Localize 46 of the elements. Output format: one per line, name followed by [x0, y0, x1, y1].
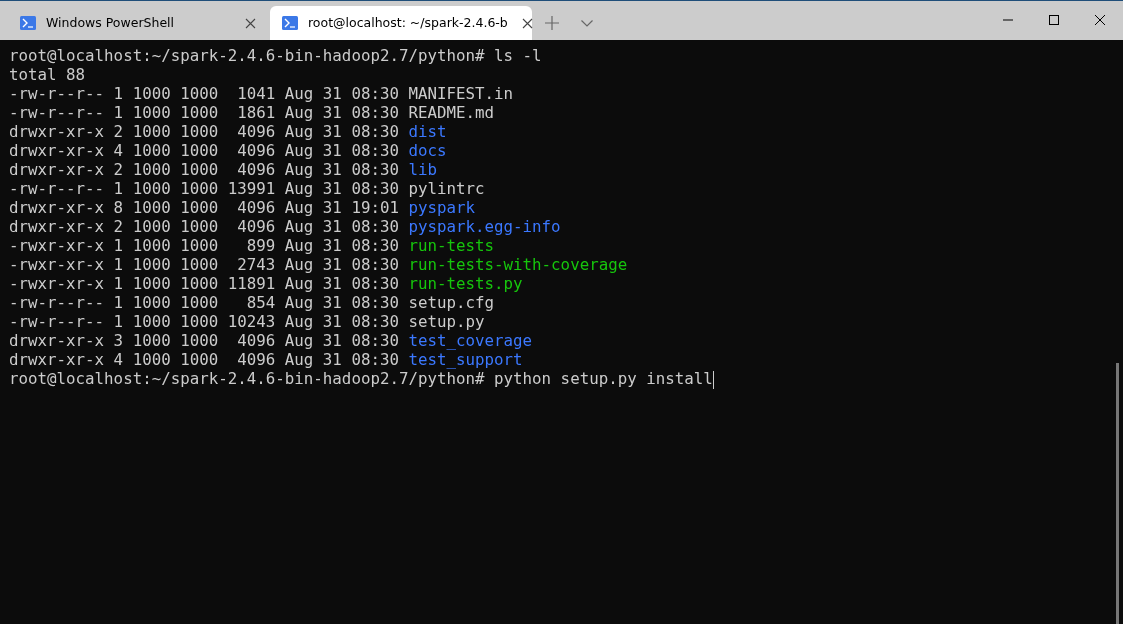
file-name: test_support	[408, 350, 523, 369]
file-name: pyspark.egg-info	[408, 217, 561, 236]
close-icon	[1095, 15, 1105, 25]
plus-icon	[545, 16, 559, 30]
file-details: -rw-r--r-- 1 1000 1000 1041 Aug 31 08:30	[9, 84, 399, 103]
file-name: setup.cfg	[408, 293, 495, 312]
file-name: pylintrc	[408, 179, 485, 198]
file-name: test_coverage	[408, 331, 533, 350]
file-details: -rwxr-xr-x 1 1000 1000 899 Aug 31 08:30	[9, 236, 399, 255]
terminal-icon	[282, 16, 298, 30]
file-name: run-tests.py	[408, 274, 523, 293]
file-details: -rw-r--r-- 1 1000 1000 10243 Aug 31 08:30	[9, 312, 399, 331]
prompt-text: root@localhost:~/spark-2.4.6-bin-hadoop2.7/python#	[9, 46, 485, 65]
file-name: MANIFEST.in	[408, 84, 514, 103]
terminal-icon	[20, 16, 36, 30]
maximize-icon	[1049, 15, 1059, 25]
file-name: README.md	[408, 103, 495, 122]
close-icon	[522, 17, 534, 29]
file-details: -rw-r--r-- 1 1000 1000 854 Aug 31 08:30	[9, 293, 399, 312]
file-details: drwxr-xr-x 3 1000 1000 4096 Aug 31 08:30	[9, 331, 399, 350]
file-details: -rwxr-xr-x 1 1000 1000 2743 Aug 31 08:30	[9, 255, 399, 274]
output-text: total 88	[9, 65, 86, 84]
command-text: ls -l	[494, 46, 542, 65]
file-name: run-tests	[408, 236, 495, 255]
file-name: pyspark	[408, 198, 476, 217]
file-name: docs	[408, 141, 447, 160]
tab[interactable]: Windows PowerShell	[8, 6, 270, 40]
command-text: python setup.py install	[494, 369, 713, 388]
file-name: dist	[408, 122, 447, 141]
file-name: lib	[408, 160, 437, 179]
file-details: drwxr-xr-x 4 1000 1000 4096 Aug 31 08:30	[9, 141, 399, 160]
file-details: drwxr-xr-x 2 1000 1000 4096 Aug 31 08:30	[9, 160, 399, 179]
file-details: -rwxr-xr-x 1 1000 1000 11891 Aug 31 08:30	[9, 274, 399, 293]
close-icon	[244, 17, 256, 29]
scrollbar[interactable]	[1116, 363, 1119, 624]
file-details: drwxr-xr-x 4 1000 1000 4096 Aug 31 08:30	[9, 350, 399, 369]
file-details: drwxr-xr-x 2 1000 1000 4096 Aug 31 08:30	[9, 217, 399, 236]
file-details: -rw-r--r-- 1 1000 1000 13991 Aug 31 08:30	[9, 179, 399, 198]
file-details: drwxr-xr-x 8 1000 1000 4096 Aug 31 19:01	[9, 198, 399, 217]
file-name: setup.py	[408, 312, 485, 331]
chevron-down-icon	[581, 19, 593, 27]
file-name: run-tests-with-coverage	[408, 255, 628, 274]
file-details: -rw-r--r-- 1 1000 1000 1861 Aug 31 08:30	[9, 103, 399, 122]
file-details: drwxr-xr-x 2 1000 1000 4096 Aug 31 08:30	[9, 122, 399, 141]
prompt-text: root@localhost:~/spark-2.4.6-bin-hadoop2.7/python#	[9, 369, 485, 388]
tab[interactable]: root@localhost: ~/spark-2.4.6-b	[270, 6, 532, 40]
